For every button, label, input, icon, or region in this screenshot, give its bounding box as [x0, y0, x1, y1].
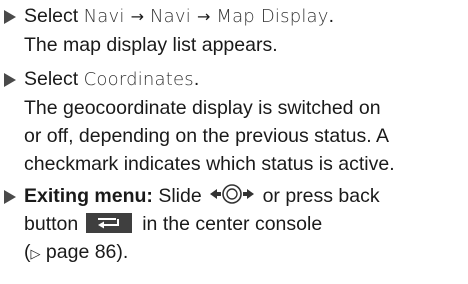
- period: .: [328, 5, 335, 27]
- select-label: Select: [24, 68, 79, 90]
- select-label: Select: [24, 5, 79, 27]
- menu-path-navi-2: Navi: [149, 6, 191, 27]
- step-result: The map display list appears.: [24, 34, 278, 56]
- path-arrow: →: [130, 7, 144, 26]
- or-press-back-text: or press back: [262, 185, 380, 207]
- slide-left-right-controller-icon: [209, 182, 255, 206]
- bullet-marker-icon: [4, 73, 16, 87]
- menu-path-navi-1: Navi: [83, 6, 125, 27]
- back-button-icon: [86, 213, 133, 233]
- slide-text: Slide: [158, 185, 202, 207]
- page-reference-triangle-icon: ▷: [30, 247, 41, 262]
- period: .: [193, 68, 200, 90]
- step-1: Select Navi → Navi → Map Display. The map di…: [24, 2, 460, 59]
- step-3: Exiting menu: Slide or press back button…: [24, 182, 460, 269]
- step-result-line: The geocoordinate display is switched on: [24, 97, 381, 119]
- button-text: button: [24, 213, 79, 235]
- bullet-marker-icon: [4, 190, 16, 204]
- bullet-marker-icon: [4, 10, 16, 24]
- path-arrow: →: [196, 7, 211, 26]
- menu-item-coordinates: Coordinates: [83, 69, 194, 90]
- step-2: Select Coordinates. The geocoordinate di…: [24, 65, 460, 178]
- step-result-line: checkmark indicates which status is acti…: [24, 153, 395, 175]
- menu-path-map-display: Map Display: [216, 6, 329, 27]
- center-console-text: in the center console: [142, 213, 323, 235]
- page-reference: (▷ page 86).: [24, 241, 129, 263]
- step-result-line: or off, depending on the previous status…: [24, 125, 389, 147]
- instruction-document: Select Navi → Navi → Map Display. The map di…: [0, 0, 468, 284]
- exit-menu-label: Exiting menu:: [24, 185, 153, 207]
